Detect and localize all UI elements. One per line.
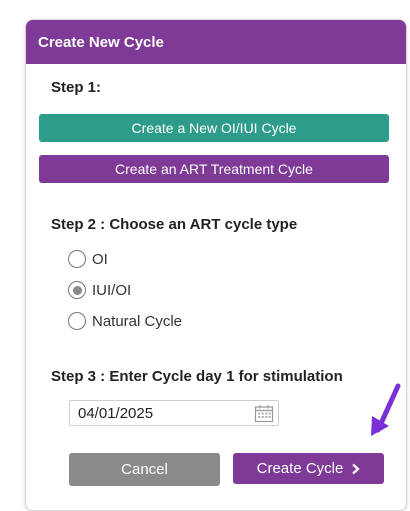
cancel-label: Cancel [121,461,168,478]
radio-button[interactable] [68,250,86,268]
radio-button[interactable] [68,312,86,330]
create-cycle-panel: Create New Cycle Step 1: Create a New OI… [25,19,407,511]
create-oi-iui-cycle-button[interactable]: Create a New OI/IUI Cycle [39,114,389,142]
calendar-icon[interactable] [254,404,274,423]
panel-header: Create New Cycle [26,20,406,64]
date-input[interactable] [70,403,250,423]
cancel-button[interactable]: Cancel [69,453,220,486]
annotation-arrow-icon [371,383,401,436]
radio-button-selected[interactable] [68,281,86,299]
step2-label: Step 2 : Choose an ART cycle type [51,216,298,233]
radio-option-natural-cycle[interactable]: Natural Cycle [68,312,182,330]
step1-label: Step 1: [51,79,102,96]
radio-label: OI [92,250,108,268]
radio-label: Natural Cycle [92,312,183,330]
radio-label: IUI/OI [92,281,132,299]
radio-option-iui-oi[interactable]: IUI/OI [68,281,131,299]
create-cycle-button[interactable]: Create Cycle [233,453,384,484]
chevron-right-icon [352,463,360,474]
radio-option-oi[interactable]: OI [68,250,108,268]
create-art-treatment-cycle-button[interactable]: Create an ART Treatment Cycle [39,155,389,183]
cycle-day1-date-field[interactable] [69,400,279,426]
create-cycle-label: Create Cycle [256,460,344,477]
panel-title: Create New Cycle [38,33,164,51]
step3-label: Step 3 : Enter Cycle day 1 for stimulati… [51,368,343,385]
